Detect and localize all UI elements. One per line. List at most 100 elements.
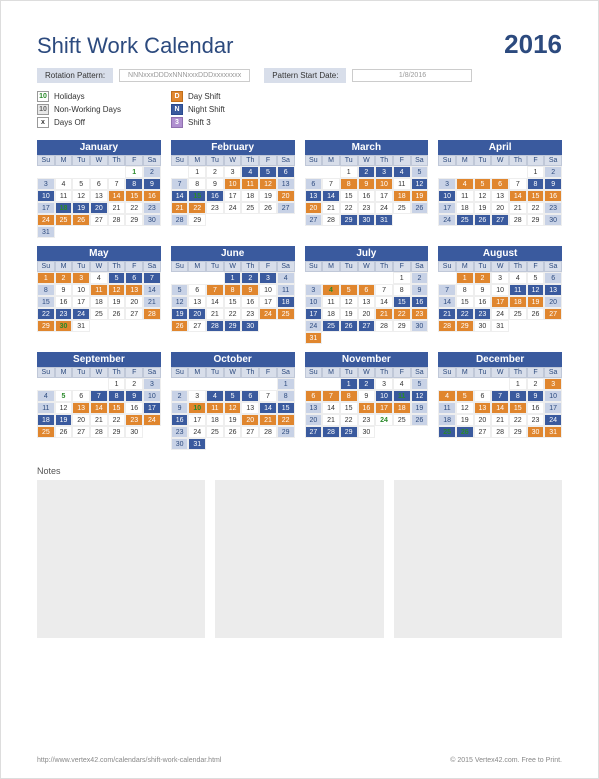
day-cell: 21 [90, 414, 108, 426]
day-cell: 20 [241, 414, 259, 426]
day-cell: 26 [411, 202, 429, 214]
day-cell: 18 [55, 202, 73, 214]
day-of-week-row: SuMTuWThFSa [37, 367, 161, 378]
rotation-pattern-value[interactable]: NNNxxxDDDxNNNxxxDDDxxxxxxxx [119, 69, 250, 82]
day-cell: 9 [474, 284, 492, 296]
day-cell: 25 [393, 202, 411, 214]
day-cell: 10 [72, 284, 90, 296]
day-cell: 11 [393, 178, 411, 190]
legend-swatch: N [171, 104, 183, 115]
dow-cell: Su [37, 261, 55, 272]
day-cell: 28 [491, 426, 509, 438]
day-cell: 5 [411, 378, 429, 390]
day-cell: 5 [340, 284, 358, 296]
day-cell: 30 [125, 426, 143, 438]
dow-cell: W [358, 155, 376, 166]
day-cell: 22 [456, 308, 474, 320]
day-cell: 20 [358, 308, 376, 320]
day-cell: 7 [509, 178, 527, 190]
day-cell: 3 [188, 390, 206, 402]
note-box-2[interactable] [215, 480, 383, 638]
days-grid: 1234567891011121314151617181920212223242… [305, 166, 429, 226]
dow-cell: F [259, 155, 277, 166]
calendar-grid: JanuarySuMTuWThFSa1234567891011121314151… [37, 140, 562, 450]
day-cell: 24 [37, 214, 55, 226]
dow-cell: Th [241, 261, 259, 272]
day-cell: 31 [72, 320, 90, 332]
day-cell: 4 [37, 390, 55, 402]
dow-cell: Sa [143, 367, 161, 378]
day-cell: 24 [259, 308, 277, 320]
day-cell: 25 [277, 308, 295, 320]
footer-copy: © 2015 Vertex42.com. Free to Print. [450, 757, 562, 764]
day-cell: 9 [358, 178, 376, 190]
day-cell: 12 [456, 402, 474, 414]
day-cell: 7 [143, 272, 161, 284]
day-cell: 16 [358, 190, 376, 202]
day-cell: 14 [509, 190, 527, 202]
dow-cell: Su [305, 261, 323, 272]
day-cell: 11 [277, 284, 295, 296]
day-cell: 6 [72, 390, 90, 402]
day-cell: 10 [375, 390, 393, 402]
day-of-week-row: SuMTuWThFSa [438, 367, 562, 378]
day-cell: 9 [171, 402, 189, 414]
day-cell: 12 [171, 296, 189, 308]
day-cell: 21 [108, 202, 126, 214]
days-grid: 1234567891011121314151617181920212223242… [37, 272, 161, 332]
month-march: MarchSuMTuWThFSa123456789101112131415161… [305, 140, 429, 238]
day-cell: 24 [438, 214, 456, 226]
day-cell: 4 [393, 378, 411, 390]
day-of-week-row: SuMTuWThFSa [305, 155, 429, 166]
legend-item: NNight Shift [171, 104, 225, 115]
day-cell: 5 [224, 390, 242, 402]
dow-cell: F [527, 261, 545, 272]
dow-cell: Sa [277, 261, 295, 272]
day-cell: 23 [358, 414, 376, 426]
day-cell: 25 [322, 320, 340, 332]
month-january: JanuarySuMTuWThFSa1234567891011121314151… [37, 140, 161, 238]
day-cell: 24 [188, 426, 206, 438]
day-cell: 17 [438, 202, 456, 214]
day-cell: 1 [277, 378, 295, 390]
dow-cell: Sa [411, 155, 429, 166]
legend-swatch: x [37, 117, 49, 128]
day-cell: 28 [509, 214, 527, 226]
day-cell: 21 [491, 414, 509, 426]
day-cell: 11 [241, 178, 259, 190]
days-grid: 1234567891011121314151617181920212223242… [171, 166, 295, 226]
day-cell: 1 [125, 166, 143, 178]
day-cell: 7 [438, 284, 456, 296]
day-cell: 22 [340, 202, 358, 214]
dow-cell: M [188, 155, 206, 166]
day-cell: 19 [171, 308, 189, 320]
note-box-1[interactable] [37, 480, 205, 638]
day-cell: 14 [206, 296, 224, 308]
day-cell: 5 [108, 272, 126, 284]
day-cell: 12 [527, 284, 545, 296]
month-header: November [305, 352, 429, 367]
day-cell: 6 [358, 284, 376, 296]
days-grid: 1234567891011121314151617181920212223242… [37, 166, 161, 238]
day-cell: 25 [393, 414, 411, 426]
day-cell: 19 [411, 402, 429, 414]
day-cell: 9 [527, 390, 545, 402]
dow-cell: Su [171, 155, 189, 166]
day-cell: 21 [206, 308, 224, 320]
month-may: MaySuMTuWThFSa12345678910111213141516171… [37, 246, 161, 344]
day-of-week-row: SuMTuWThFSa [37, 155, 161, 166]
day-cell: 4 [206, 390, 224, 402]
day-cell: 14 [322, 402, 340, 414]
day-cell: 19 [55, 414, 73, 426]
dow-cell: Th [375, 261, 393, 272]
day-cell: 12 [340, 296, 358, 308]
dow-cell: Th [108, 367, 126, 378]
start-date-value[interactable]: 1/8/2016 [352, 69, 472, 82]
day-cell: 5 [474, 178, 492, 190]
note-box-3[interactable] [394, 480, 562, 638]
day-cell: 27 [544, 308, 562, 320]
notes-label: Notes [37, 466, 562, 476]
dow-cell: Th [108, 261, 126, 272]
day-cell: 7 [375, 284, 393, 296]
day-cell: 18 [322, 308, 340, 320]
